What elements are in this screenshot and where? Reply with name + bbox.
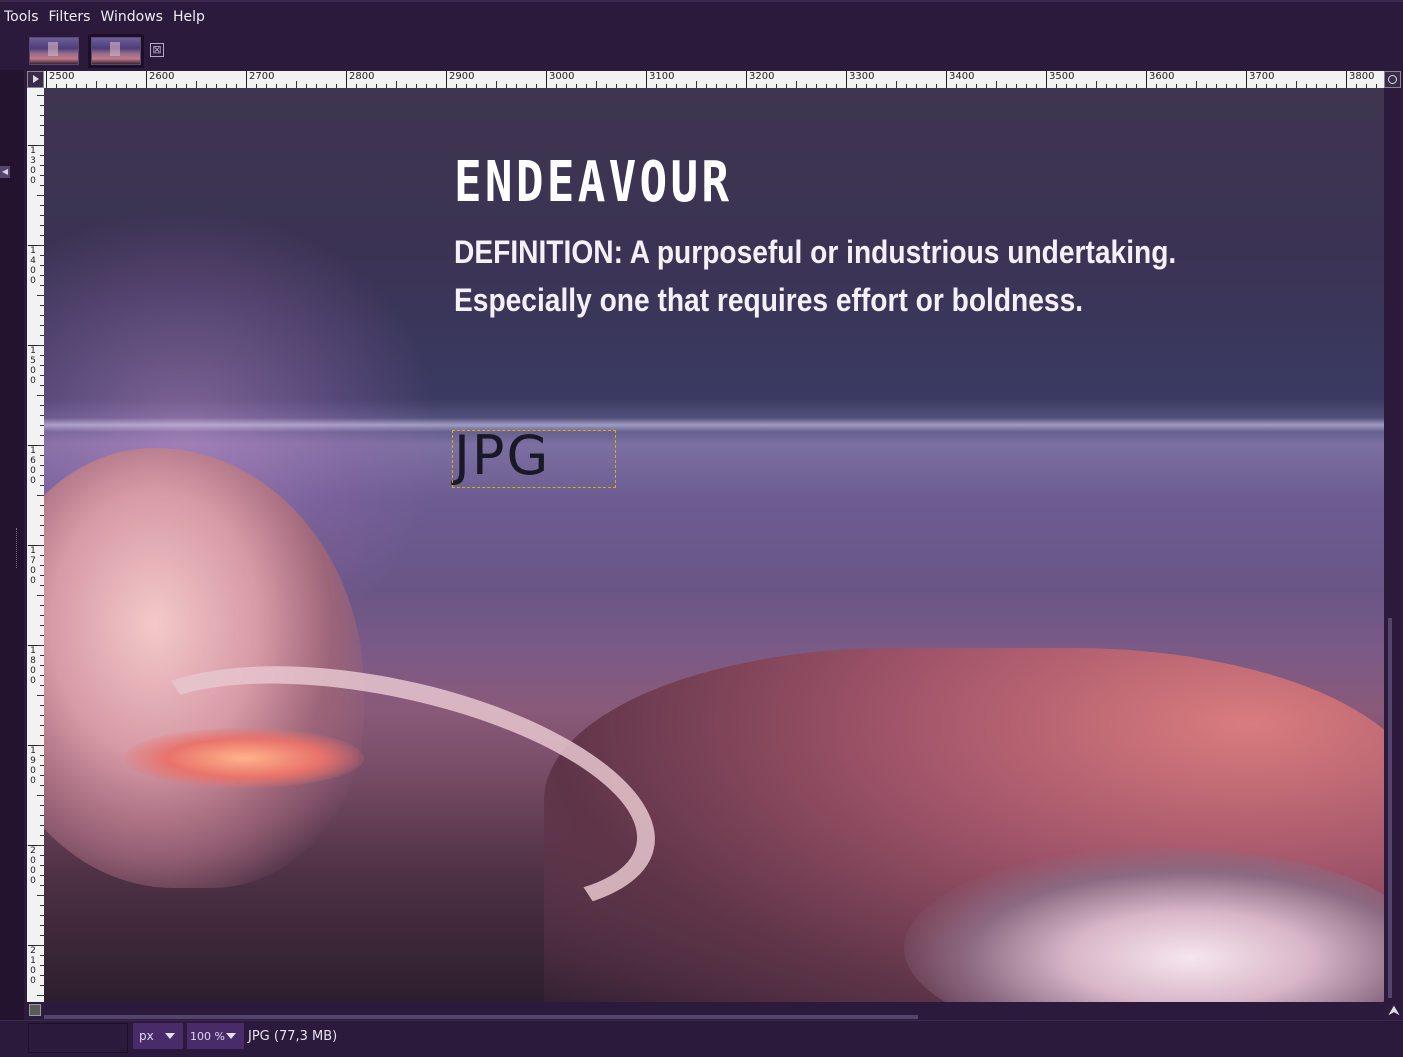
ruler-tick xyxy=(496,81,497,88)
ruler-label: 1500 xyxy=(28,345,38,386)
vertical-scrollbar[interactable] xyxy=(1384,88,1401,1002)
image-thumbnail xyxy=(29,37,79,65)
ruler-label: 3500 xyxy=(1046,71,1074,88)
left-dock-panel xyxy=(0,70,24,1020)
definition-line-2: Especially one that requires effort or b… xyxy=(454,282,1084,318)
ruler-tick xyxy=(37,845,44,846)
image-info-text: JPG (77,3 MB) xyxy=(248,1029,338,1044)
ruler-tick xyxy=(37,345,44,346)
zoom-label: 100 % xyxy=(190,1029,225,1043)
ruler-tick xyxy=(696,81,697,88)
quick-mask-toggle[interactable] xyxy=(29,1004,41,1016)
menu-tools[interactable]: Tools xyxy=(4,9,39,25)
ruler-tick xyxy=(1296,81,1297,88)
ruler-label: 1700 xyxy=(28,545,38,586)
ruler-label: 3700 xyxy=(1246,71,1274,88)
ruler-label: 3300 xyxy=(846,71,874,88)
ruler-label: 1600 xyxy=(28,445,38,486)
image-tab-bar xyxy=(0,32,1403,70)
ruler-tick xyxy=(37,245,44,246)
ruler-tick xyxy=(37,495,44,496)
menu-help[interactable]: Help xyxy=(173,9,205,25)
menu-filters[interactable]: Filters xyxy=(49,9,91,25)
ruler-label: 3000 xyxy=(546,71,574,88)
menu-windows[interactable]: Windows xyxy=(100,9,163,25)
ruler-tick xyxy=(1196,81,1197,88)
status-bar: px 100 % JPG (77,3 MB) xyxy=(0,1020,1403,1057)
horizon-line xyxy=(44,418,1384,432)
ruler-label: 3800 xyxy=(1346,71,1374,88)
navigate-icon[interactable]: ⮝ xyxy=(1386,1003,1402,1019)
ruler-label: 1400 xyxy=(28,245,38,286)
horizontal-ruler[interactable]: 2500 2600 2700 2800 2900 3000 3100 3200 3300 3400… xyxy=(44,71,1384,89)
ruler-tick xyxy=(37,195,44,196)
ruler-tick xyxy=(196,81,197,88)
horizontal-scroll-thumb[interactable] xyxy=(44,1015,918,1019)
ruler-tick xyxy=(1096,81,1097,88)
ruler-label: 2600 xyxy=(146,71,174,88)
definition-line-1: DEFINITION: A purposeful or industrious … xyxy=(454,234,1177,270)
ruler-label: 2000 xyxy=(28,845,38,886)
ruler-tick xyxy=(37,545,44,546)
ruler-label: 3400 xyxy=(946,71,974,88)
dock-resize-handle[interactable] xyxy=(16,528,20,568)
ruler-tick xyxy=(37,795,44,796)
ruler-label: 2800 xyxy=(346,71,374,88)
ruler-tick xyxy=(996,81,997,88)
ruler-label: 1800 xyxy=(28,645,38,686)
pointer-coordinates xyxy=(28,1023,128,1053)
chevron-down-icon xyxy=(165,1033,175,1039)
ruler-label: 2700 xyxy=(246,71,274,88)
ruler-tick xyxy=(96,81,97,88)
ruler-tick xyxy=(37,445,44,446)
unit-label: px xyxy=(139,1029,154,1043)
ruler-label: 3100 xyxy=(646,71,674,88)
ruler-tick xyxy=(37,995,44,996)
image-canvas[interactable]: ENDEAVOUR DEFINITION: A purposeful or in… xyxy=(44,88,1384,1002)
ruler-tick xyxy=(396,81,397,88)
ruler-menu-button[interactable] xyxy=(27,71,44,88)
ruler-label: 3600 xyxy=(1146,71,1174,88)
zoom-dropdown[interactable]: 100 % xyxy=(187,1023,244,1049)
ruler-tick xyxy=(37,695,44,696)
menu-bar: Tools Filters Windows Help xyxy=(0,0,1403,32)
ruler-tick xyxy=(37,595,44,596)
ruler-tick xyxy=(37,295,44,296)
poster-title: ENDEAVOUR xyxy=(454,150,733,215)
close-tab-icon[interactable]: ⊠ xyxy=(150,43,164,57)
ruler-label: 2900 xyxy=(446,71,474,88)
ruler-tick xyxy=(37,395,44,396)
image-thumbnail xyxy=(91,37,141,65)
vertical-scroll-thumb[interactable] xyxy=(1388,618,1392,998)
zoom-fit-icon[interactable] xyxy=(1384,71,1401,88)
vertical-ruler[interactable]: 1300 1400 1500 1600 1700 1800 1900 2000 2100 xyxy=(27,88,45,1002)
ruler-tick xyxy=(37,95,44,96)
ruler-tick xyxy=(37,145,44,146)
ruler-label: 1900 xyxy=(28,745,38,786)
unit-dropdown[interactable]: px xyxy=(133,1023,183,1049)
ruler-tick xyxy=(296,81,297,88)
layer-boundary xyxy=(452,430,616,488)
ruler-label: 3200 xyxy=(746,71,774,88)
ruler-tick xyxy=(37,645,44,646)
ruler-tick xyxy=(796,81,797,88)
horizontal-scrollbar[interactable] xyxy=(44,1002,1384,1020)
chevron-down-icon xyxy=(226,1033,236,1039)
ruler-tick xyxy=(896,81,897,88)
ruler-tick xyxy=(37,745,44,746)
collapse-dock-icon[interactable]: ◀ xyxy=(0,166,10,178)
ruler-label: 2100 xyxy=(28,945,38,986)
ruler-tick xyxy=(37,945,44,946)
image-tab-2[interactable] xyxy=(88,34,144,68)
ruler-label: 2500 xyxy=(46,71,74,88)
ruler-tick xyxy=(596,81,597,88)
ruler-label: 1300 xyxy=(28,145,38,186)
image-tab-1[interactable] xyxy=(26,34,82,68)
ruler-tick xyxy=(37,895,44,896)
